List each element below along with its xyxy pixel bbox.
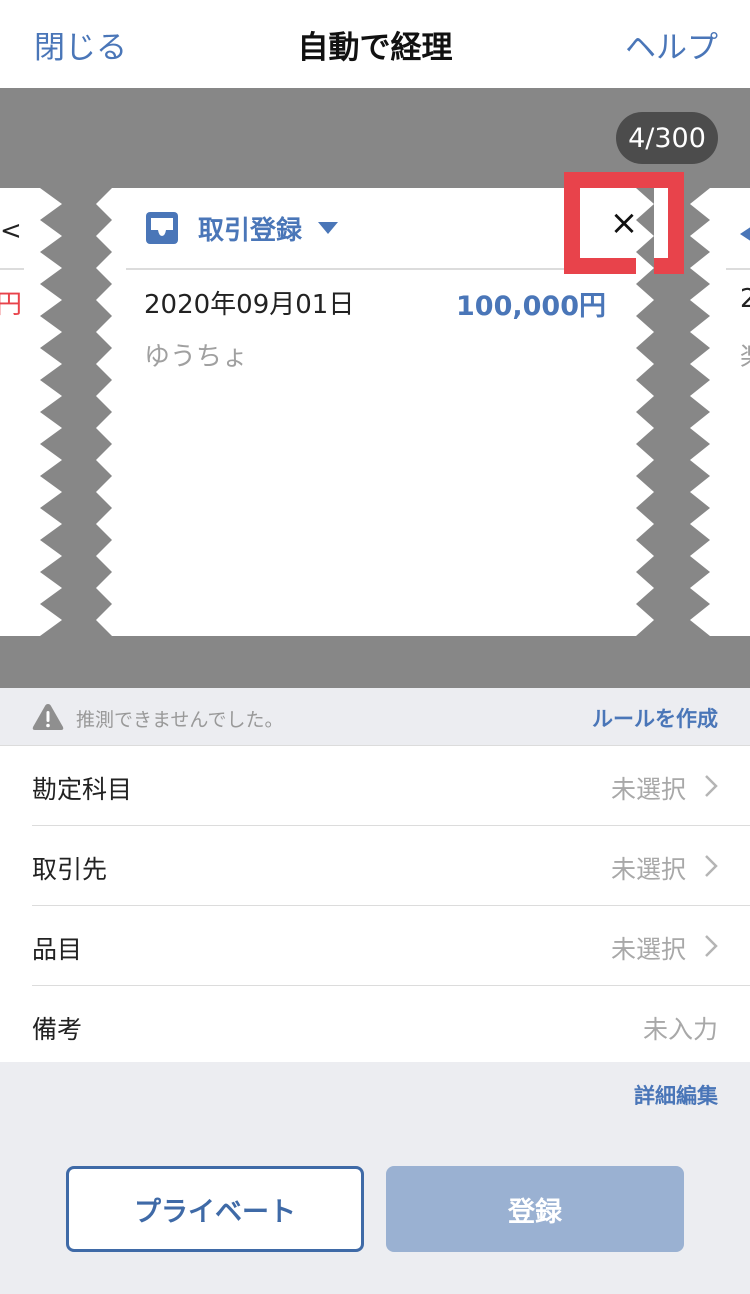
caret-down-icon[interactable] [318, 222, 338, 234]
zigzag-edge [40, 188, 62, 636]
row-label: 勘定科目 [32, 775, 133, 804]
row-label: 備考 [32, 1015, 83, 1044]
card-header: 取引登録 × [126, 172, 684, 274]
row-value: 未選択 [610, 775, 686, 804]
zigzag-edge [636, 188, 654, 636]
card-type-title[interactable]: 取引登録 [198, 210, 302, 247]
chevron-right-icon [705, 855, 718, 877]
help-button[interactable]: ヘルプ [625, 22, 718, 67]
zigzag-edge [690, 188, 710, 636]
row-label: 取引先 [32, 855, 108, 884]
register-button[interactable]: 登録 [386, 1166, 684, 1252]
row-value: 未選択 [610, 855, 686, 884]
inbox-icon [146, 212, 178, 244]
nav-bar: 閉じる 自動で経理 ヘルプ [0, 0, 750, 88]
prediction-notice: 推測できませんでした。 ルールを作成 [0, 688, 750, 746]
partner-row[interactable]: 取引先 未選択 [0, 826, 750, 906]
chevron-right-icon [705, 775, 718, 797]
row-value: 未選択 [610, 935, 686, 964]
notice-text: 推測できませんでした。 [76, 709, 284, 731]
warning-icon [32, 704, 64, 730]
create-rule-link[interactable]: ルールを作成 [592, 703, 718, 733]
next-card-date: 2 [740, 284, 750, 314]
transaction-card: 取引登録 × 2020年09月01日 100,000円 ゆうちょ [102, 172, 684, 636]
zigzag-edge [96, 188, 112, 636]
next-card-description: 楽 [740, 336, 750, 373]
screen: 閉じる 自動で経理 ヘルプ 4/300 < 円 取引登録 × 2020年09月0… [0, 0, 750, 1294]
action-area: 詳細編集 プライベート 登録 [0, 1062, 750, 1294]
row-label: 品目 [32, 935, 83, 964]
transaction-amount: 100,000円 [456, 291, 606, 322]
transaction-description: ゆうちょ [144, 342, 249, 372]
dismiss-card-highlight: × [564, 172, 684, 274]
chevron-right-icon [705, 935, 718, 957]
close-button[interactable]: 閉じる [34, 22, 127, 67]
triangle-left-icon [740, 227, 750, 241]
memo-row[interactable]: 備考 未入力 [0, 986, 750, 1066]
detail-edit-link[interactable]: 詳細編集 [634, 1080, 718, 1110]
divider [726, 268, 750, 270]
page-title: 自動で経理 [297, 29, 453, 66]
transaction-form: 勘定科目 未選択 取引先 未選択 品目 未選択 備考 未入力 [0, 746, 750, 1066]
account-item-row[interactable]: 勘定科目 未選択 [0, 746, 750, 826]
previous-card-icon: < [0, 216, 22, 246]
close-icon[interactable]: × [580, 188, 668, 258]
card-counter: 4/300 [616, 112, 718, 164]
memo-input[interactable]: 未入力 [643, 1010, 718, 1046]
card-carousel[interactable]: 4/300 < 円 取引登録 × 2020年09月01日 100,000円 ゆう… [0, 88, 750, 688]
item-row[interactable]: 品目 未選択 [0, 906, 750, 986]
divider [0, 268, 24, 270]
private-button[interactable]: プライベート [66, 1166, 364, 1252]
previous-card-amount: 円 [0, 290, 23, 320]
transaction-date: 2020年09月01日 [144, 290, 355, 320]
